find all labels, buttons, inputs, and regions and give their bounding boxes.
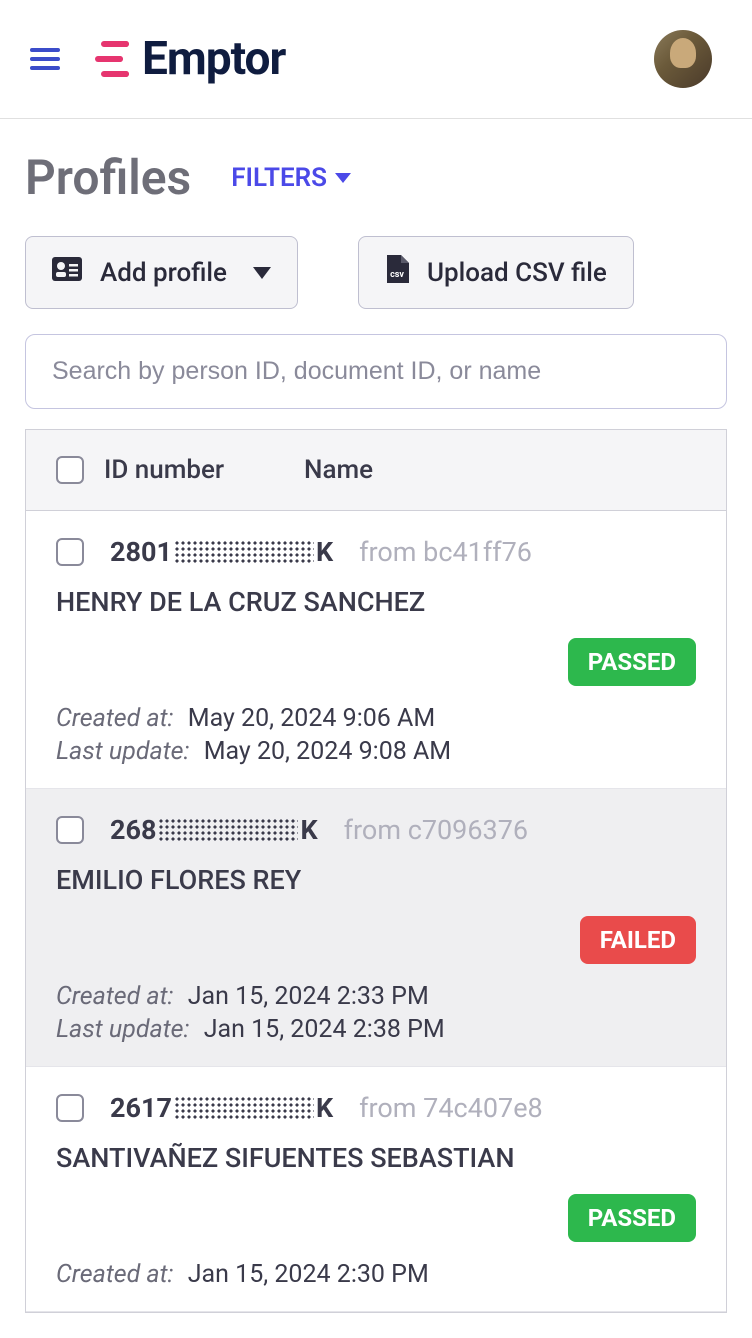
avatar[interactable] — [654, 30, 712, 88]
id-prefix: 2617 — [110, 1092, 172, 1124]
id-number: 2801 K — [110, 536, 333, 568]
created-at: Created at: Jan 15, 2024 2:33 PM — [56, 982, 696, 1011]
status-row: FAILED — [56, 916, 696, 964]
menu-icon[interactable] — [30, 48, 60, 70]
status-row: PASSED — [56, 1194, 696, 1242]
app-header: Emptor — [0, 0, 752, 119]
table-row[interactable]: 2801 K from bc41ff76 HENRY DE LA CRUZ SAN… — [26, 511, 726, 789]
select-all-checkbox[interactable] — [56, 456, 84, 484]
id-number: 268 K — [110, 814, 318, 846]
row-top: 2801 K from bc41ff76 — [56, 536, 696, 568]
table-header: ID number Name — [26, 430, 726, 511]
chevron-down-icon — [335, 173, 351, 183]
id-number: 2617 K — [110, 1092, 333, 1124]
brand-name: Emptor — [142, 32, 285, 86]
created-at-label: Created at: — [56, 1260, 174, 1289]
created-at: Created at: May 20, 2024 9:06 AM — [56, 704, 696, 733]
last-update: Last update: Jan 15, 2024 2:38 PM — [56, 1015, 696, 1044]
id-suffix: K — [300, 814, 317, 846]
svg-text:csv: csv — [390, 270, 404, 280]
search-input[interactable] — [25, 334, 727, 409]
search-wrap — [0, 334, 752, 429]
person-name: HENRY DE LA CRUZ SANCHEZ — [56, 586, 696, 618]
created-at-value: Jan 15, 2024 2:33 PM — [188, 982, 429, 1011]
created-at-value: Jan 15, 2024 2:30 PM — [188, 1260, 429, 1289]
page-title: Profiles — [25, 149, 191, 206]
chevron-down-icon — [253, 267, 271, 279]
id-suffix: K — [316, 536, 333, 568]
redacted-icon — [174, 540, 314, 564]
from-text: from bc41ff76 — [359, 536, 532, 568]
profiles-table: ID number Name 2801 K from bc41ff76 HENRY… — [25, 429, 727, 1313]
last-update-value: Jan 15, 2024 2:38 PM — [204, 1015, 445, 1044]
brand-logo[interactable]: Emptor — [90, 32, 285, 86]
redacted-icon — [158, 818, 298, 842]
row-checkbox[interactable] — [56, 816, 84, 844]
status-row: PASSED — [56, 638, 696, 686]
last-update-label: Last update: — [56, 737, 189, 766]
status-badge: PASSED — [568, 638, 696, 686]
upload-csv-button[interactable]: csv Upload CSV file — [358, 236, 634, 309]
header-left: Emptor — [30, 32, 285, 86]
id-card-icon — [52, 257, 82, 288]
file-csv-icon: csv — [385, 255, 409, 290]
status-badge: FAILED — [580, 916, 696, 964]
last-update: Last update: May 20, 2024 9:08 AM — [56, 737, 696, 766]
from-text: from c7096376 — [344, 814, 528, 846]
created-at-label: Created at: — [56, 982, 174, 1011]
status-badge: PASSED — [568, 1194, 696, 1242]
redacted-icon — [174, 1096, 314, 1120]
created-at-value: May 20, 2024 9:06 AM — [188, 704, 435, 733]
add-profile-label: Add profile — [100, 258, 227, 288]
id-prefix: 2801 — [110, 536, 172, 568]
row-top: 2617 K from 74c407e8 — [56, 1092, 696, 1124]
created-at: Created at: Jan 15, 2024 2:30 PM — [56, 1260, 696, 1289]
created-at-label: Created at: — [56, 704, 174, 733]
id-suffix: K — [316, 1092, 333, 1124]
table-row[interactable]: 268 K from c7096376 EMILIO FLORES REY FAI… — [26, 789, 726, 1067]
person-name: EMILIO FLORES REY — [56, 864, 696, 896]
person-name: SANTIVAÑEZ SIFUENTES SEBASTIAN — [56, 1142, 696, 1174]
from-text: from 74c407e8 — [359, 1092, 543, 1124]
column-header-name[interactable]: Name — [304, 455, 373, 485]
upload-csv-label: Upload CSV file — [427, 258, 607, 288]
row-checkbox[interactable] — [56, 538, 84, 566]
column-header-id[interactable]: ID number — [104, 455, 274, 485]
last-update-value: May 20, 2024 9:08 AM — [204, 737, 451, 766]
filters-button[interactable]: FILTERS — [231, 163, 351, 193]
emptor-logo-icon — [90, 38, 132, 80]
row-top: 268 K from c7096376 — [56, 814, 696, 846]
last-update-label: Last update: — [56, 1015, 189, 1044]
add-profile-button[interactable]: Add profile — [25, 236, 298, 309]
filters-label: FILTERS — [231, 163, 327, 193]
action-row: Add profile csv Upload CSV file — [0, 226, 752, 334]
table-row[interactable]: 2617 K from 74c407e8 SANTIVAÑEZ SIFUENTES… — [26, 1067, 726, 1312]
page-title-row: Profiles FILTERS — [0, 119, 752, 226]
row-checkbox[interactable] — [56, 1094, 84, 1122]
id-prefix: 268 — [110, 814, 156, 846]
